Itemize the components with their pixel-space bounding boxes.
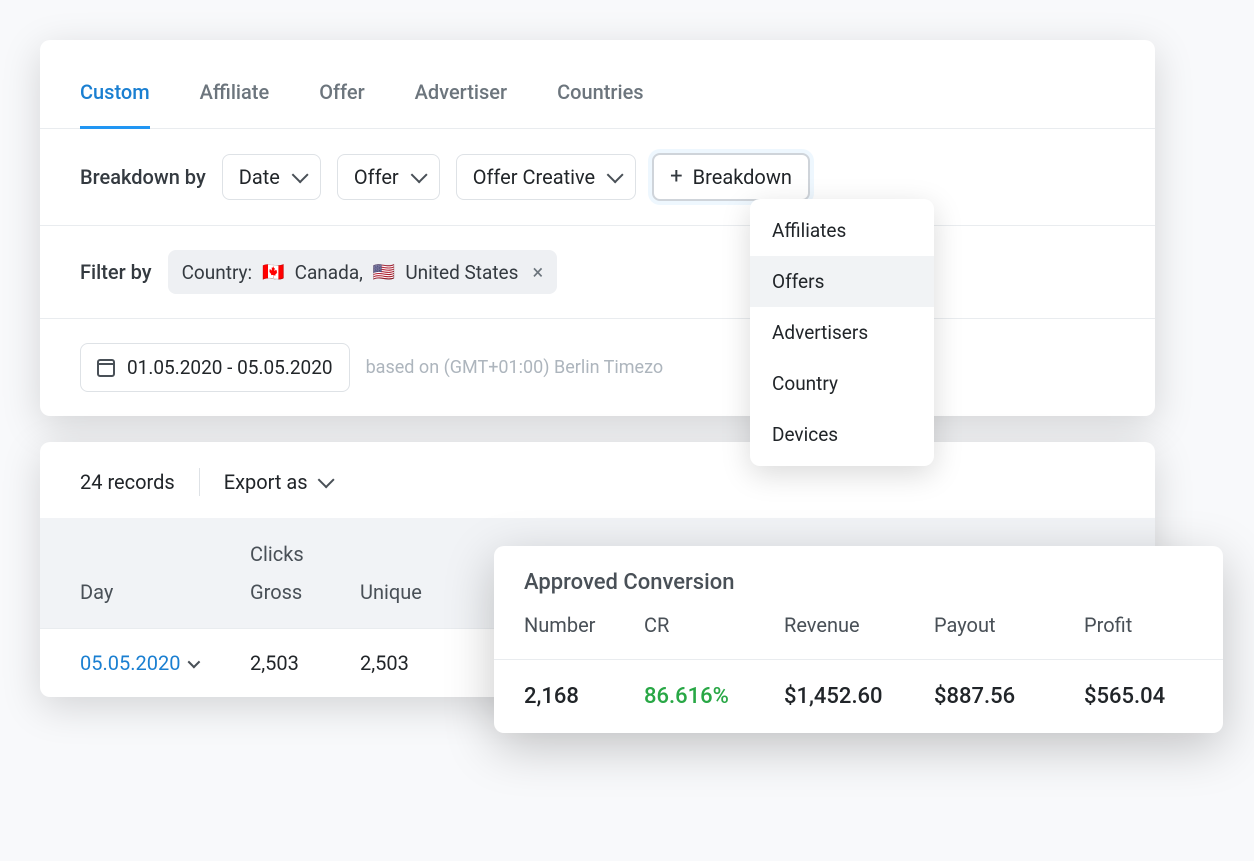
filter-label: Filter by [80, 260, 152, 284]
tab-affiliate[interactable]: Affiliate [200, 70, 270, 128]
chevron-down-icon [188, 655, 201, 668]
breakdown-dropdown: Affiliates Offers Advertisers Country De… [750, 199, 934, 466]
menu-item-offers[interactable]: Offers [750, 256, 934, 307]
breakdown-row: Breakdown by Date Offer Offer Creative +… [40, 129, 1155, 226]
breakdown-select-offer[interactable]: Offer [337, 154, 440, 200]
chip-country: United States [405, 261, 518, 284]
date-range-text: 01.05.2020 - 05.05.2020 [127, 356, 333, 379]
detail-header: Approved Conversion Number CR Revenue Pa… [494, 546, 1223, 659]
col-payout: Payout [934, 613, 1084, 637]
payout-value: $887.56 [934, 684, 1084, 709]
col-profit: Profit [1084, 613, 1204, 637]
report-tabs: Custom Affiliate Offer Advertiser Countr… [40, 70, 1155, 129]
unique-value: 2,503 [360, 651, 470, 675]
conversion-detail-panel: Approved Conversion Number CR Revenue Pa… [494, 546, 1223, 733]
add-breakdown-label: Breakdown [693, 165, 792, 189]
day-cell[interactable]: 05.05.2020 [80, 651, 250, 675]
menu-item-affiliates[interactable]: Affiliates [750, 205, 934, 256]
records-header: 24 records Export as [40, 442, 1155, 518]
profit-value: $565.04 [1084, 684, 1204, 709]
records-count: 24 records [80, 470, 175, 494]
calendar-icon [97, 359, 115, 377]
divider [199, 468, 200, 496]
chevron-down-icon [410, 166, 427, 183]
timezone-note: based on (GMT+01:00) Berlin Timezo [366, 357, 664, 378]
col-revenue: Revenue [784, 613, 934, 637]
date-range-picker[interactable]: 01.05.2020 - 05.05.2020 [80, 343, 350, 392]
chevron-down-icon [292, 166, 309, 183]
number-value: 2,168 [524, 684, 644, 709]
detail-columns: Number CR Revenue Payout Profit [524, 613, 1193, 659]
breakdown-select-label: Offer [354, 165, 399, 189]
tab-offer[interactable]: Offer [319, 70, 364, 128]
tab-custom[interactable]: Custom [80, 70, 150, 128]
report-card: Custom Affiliate Offer Advertiser Countr… [40, 40, 1155, 416]
cr-value: 86.616% [644, 684, 784, 709]
filter-chip-country[interactable]: Country: 🇨🇦 Canada, 🇺🇸 United States × [168, 250, 558, 294]
chevron-down-icon [607, 166, 624, 183]
detail-row: 2,168 86.616% $1,452.60 $887.56 $565.04 [494, 659, 1223, 733]
th-unique: Unique [360, 580, 470, 604]
col-number: Number [524, 613, 644, 637]
breakdown-select-label: Date [239, 165, 280, 189]
gross-value: 2,503 [250, 651, 360, 675]
chip-prefix: Country: [182, 261, 253, 284]
flag-canada-icon: 🇨🇦 [262, 262, 284, 283]
tab-advertiser[interactable]: Advertiser [415, 70, 507, 128]
tab-countries[interactable]: Countries [557, 70, 644, 128]
chevron-down-icon [317, 471, 334, 488]
flag-us-icon: 🇺🇸 [373, 262, 395, 283]
menu-item-country[interactable]: Country [750, 358, 934, 409]
date-row: 01.05.2020 - 05.05.2020 based on (GMT+01… [40, 319, 1155, 416]
export-as-dropdown[interactable]: Export as [224, 470, 330, 494]
breakdown-label: Breakdown by [80, 165, 206, 189]
export-label: Export as [224, 470, 308, 494]
plus-icon: + [670, 166, 682, 188]
th-day: Day [80, 580, 250, 604]
th-clicks: Clicks [250, 542, 470, 566]
menu-item-advertisers[interactable]: Advertisers [750, 307, 934, 358]
revenue-value: $1,452.60 [784, 684, 934, 709]
chip-country: Canada, [295, 261, 363, 284]
breakdown-select-offer-creative[interactable]: Offer Creative [456, 154, 636, 200]
menu-item-devices[interactable]: Devices [750, 409, 934, 460]
detail-title: Approved Conversion [524, 570, 1193, 595]
th-gross: Gross [250, 580, 360, 604]
chip-remove-icon[interactable]: × [532, 260, 543, 284]
records-card: 24 records Export as Clicks Day Gross Un… [40, 442, 1155, 697]
add-breakdown-button[interactable]: + Breakdown [652, 153, 810, 201]
breakdown-select-label: Offer Creative [473, 165, 595, 189]
col-cr: CR [644, 613, 784, 637]
day-value: 05.05.2020 [80, 651, 180, 675]
filter-row: Filter by Country: 🇨🇦 Canada, 🇺🇸 United … [40, 226, 1155, 319]
breakdown-select-date[interactable]: Date [222, 154, 321, 200]
